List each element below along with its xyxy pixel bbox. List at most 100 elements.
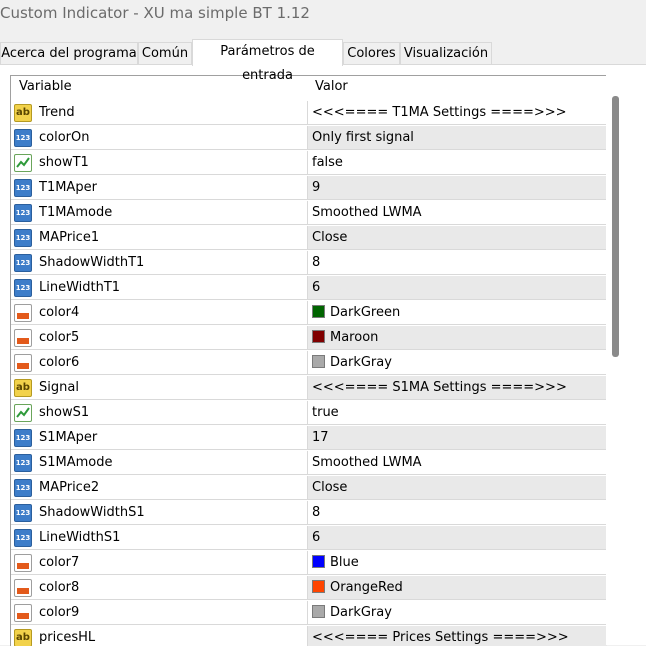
value-text: 6 (312, 530, 321, 545)
value-text: Close (312, 230, 348, 245)
integer-icon: 123 (14, 529, 32, 547)
variable-cell[interactable]: 123 T1MAmode (11, 201, 308, 225)
table-row[interactable]: color4 DarkGreen (11, 301, 607, 326)
variable-cell[interactable]: 123 S1MAper (11, 426, 308, 450)
value-cell[interactable]: DarkGray (308, 601, 607, 625)
table-row[interactable]: showT1 false (11, 151, 607, 176)
tab-colors[interactable]: Colores (343, 42, 400, 64)
value-cell[interactable]: DarkGray (308, 351, 607, 375)
value-cell[interactable]: 6 (308, 526, 607, 550)
variable-cell[interactable]: ab Signal (11, 376, 308, 400)
variable-cell[interactable]: 123 ShadowWidthS1 (11, 501, 308, 525)
table-row[interactable]: 123 T1MAper 9 (11, 176, 607, 201)
color-icon (14, 304, 32, 322)
table-row[interactable]: color5 Maroon (11, 326, 607, 351)
table-row[interactable]: 123 S1MAmode Smoothed LWMA (11, 451, 607, 476)
variable-name: LineWidthT1 (39, 280, 121, 295)
variable-cell[interactable]: color7 (11, 551, 308, 575)
value-text: DarkGreen (330, 305, 401, 320)
variable-name: MAPrice2 (39, 480, 100, 495)
value-text: 17 (312, 430, 329, 445)
table-row[interactable]: 123 MAPrice1 Close (11, 226, 607, 251)
variable-cell[interactable]: ab Trend (11, 101, 308, 125)
variable-cell[interactable]: showS1 (11, 401, 308, 425)
variable-name: color9 (39, 605, 80, 620)
variable-cell[interactable]: 123 colorOn (11, 126, 308, 150)
variable-name: color8 (39, 580, 80, 595)
value-cell[interactable]: Smoothed LWMA (308, 451, 607, 475)
table-row[interactable]: color7 Blue (11, 551, 607, 576)
variable-cell[interactable]: 123 T1MAper (11, 176, 308, 200)
value-cell[interactable]: true (308, 401, 607, 425)
table-row[interactable]: ab Signal <<<==== S1MA Settings ====>>> (11, 376, 607, 401)
table-row[interactable]: color6 DarkGray (11, 351, 607, 376)
table-row[interactable]: ab Trend <<<==== T1MA Settings ====>>> (11, 101, 607, 126)
string-icon: ab (14, 379, 32, 397)
table-row[interactable]: 123 LineWidthS1 6 (11, 526, 607, 551)
value-cell[interactable]: <<<==== T1MA Settings ====>>> (308, 101, 607, 125)
variable-cell[interactable]: ab pricesHL (11, 626, 308, 646)
tab-visualization[interactable]: Visualización (400, 42, 492, 64)
variable-name: color5 (39, 330, 80, 345)
table-row[interactable]: ab pricesHL <<<==== Prices Settings ====>>… (11, 626, 607, 646)
value-cell[interactable]: 8 (308, 251, 607, 275)
variable-cell[interactable]: color9 (11, 601, 308, 625)
value-cell[interactable]: DarkGreen (308, 301, 607, 325)
value-cell[interactable]: OrangeRed (308, 576, 607, 600)
value-cell[interactable]: 8 (308, 501, 607, 525)
variable-cell[interactable]: color4 (11, 301, 308, 325)
value-cell[interactable]: false (308, 151, 607, 175)
value-cell[interactable]: Close (308, 476, 607, 500)
variable-cell[interactable]: 123 LineWidthT1 (11, 276, 308, 300)
value-text: Blue (330, 555, 359, 570)
variable-cell[interactable]: 123 S1MAmode (11, 451, 308, 475)
variable-name: color6 (39, 355, 80, 370)
string-icon: ab (14, 629, 32, 646)
table-row[interactable]: 123 MAPrice2 Close (11, 476, 607, 501)
integer-icon: 123 (14, 429, 32, 447)
table-row[interactable]: 123 LineWidthT1 6 (11, 276, 607, 301)
table-row[interactable]: 123 colorOn Only first signal (11, 126, 607, 151)
tab-about[interactable]: Acerca del programa (0, 42, 138, 64)
color-swatch (312, 355, 325, 368)
table-row[interactable]: 123 ShadowWidthT1 8 (11, 251, 607, 276)
value-text: Only first signal (312, 130, 414, 145)
table-row[interactable]: 123 S1MAper 17 (11, 426, 607, 451)
color-swatch (312, 580, 325, 593)
value-cell[interactable]: <<<==== Prices Settings ====>>> (308, 626, 607, 646)
tab-common[interactable]: Común (138, 42, 192, 64)
value-cell[interactable]: 9 (308, 176, 607, 200)
table-row[interactable]: 123 T1MAmode Smoothed LWMA (11, 201, 607, 226)
integer-icon: 123 (14, 479, 32, 497)
table-row[interactable]: color9 DarkGray (11, 601, 607, 626)
variable-cell[interactable]: 123 MAPrice1 (11, 226, 308, 250)
variable-cell[interactable]: 123 LineWidthS1 (11, 526, 308, 550)
table-row[interactable]: showS1 true (11, 401, 607, 426)
column-header-value[interactable]: Valor (315, 79, 348, 94)
value-cell[interactable]: Smoothed LWMA (308, 201, 607, 225)
variable-cell[interactable]: 123 ShadowWidthT1 (11, 251, 308, 275)
title-bar: Custom Indicator - XU ma simple BT 1.12 (0, 0, 646, 32)
value-cell[interactable]: Blue (308, 551, 607, 575)
value-cell[interactable]: Maroon (308, 326, 607, 350)
variable-cell[interactable]: color6 (11, 351, 308, 375)
value-cell[interactable]: 17 (308, 426, 607, 450)
value-cell[interactable]: <<<==== S1MA Settings ====>>> (308, 376, 607, 400)
value-text: OrangeRed (330, 580, 403, 595)
scrollbar-thumb[interactable] (612, 96, 619, 357)
table-row[interactable]: 123 ShadowWidthS1 8 (11, 501, 607, 526)
column-header-variable[interactable]: Variable (19, 79, 72, 94)
color-icon (14, 554, 32, 572)
table-row[interactable]: color8 OrangeRed (11, 576, 607, 601)
integer-icon: 123 (14, 179, 32, 197)
tab-input-parameters[interactable]: Parámetros de entrada (192, 39, 343, 83)
value-text: Maroon (330, 330, 379, 345)
variable-cell[interactable]: color8 (11, 576, 308, 600)
value-cell[interactable]: 6 (308, 276, 607, 300)
value-text: <<<==== T1MA Settings ====>>> (312, 105, 567, 120)
variable-cell[interactable]: showT1 (11, 151, 308, 175)
variable-cell[interactable]: color5 (11, 326, 308, 350)
value-cell[interactable]: Close (308, 226, 607, 250)
value-cell[interactable]: Only first signal (308, 126, 607, 150)
variable-cell[interactable]: 123 MAPrice2 (11, 476, 308, 500)
